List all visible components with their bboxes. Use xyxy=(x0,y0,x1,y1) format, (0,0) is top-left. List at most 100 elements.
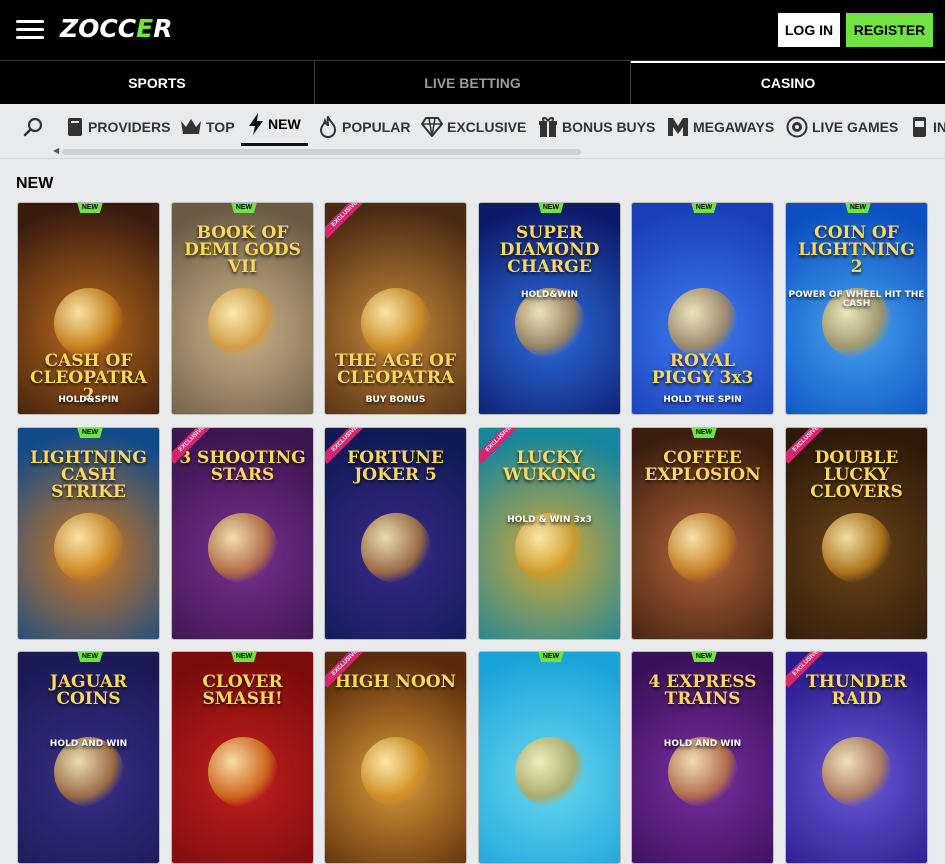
game-title: SUPER DIAMOND CHARGE xyxy=(499,223,600,277)
game-art-emblem xyxy=(822,513,892,583)
new-badge: NEW xyxy=(538,652,564,662)
game-art-emblem xyxy=(208,513,278,583)
slot-machine-icon xyxy=(913,117,926,137)
game-tile[interactable]: THUNDER RAID EXCLUSIVE xyxy=(785,651,928,864)
game-title: LIGHTNING CASH STRIKE xyxy=(30,448,147,502)
new-badge: NEW xyxy=(691,428,717,438)
game-art-emblem xyxy=(361,737,431,807)
new-badge: NEW xyxy=(691,203,717,213)
login-button[interactable]: LOG IN xyxy=(778,13,840,47)
game-title: CLOVER SMASH! xyxy=(202,672,283,709)
game-subtitle: HOLD & WIN 3x3 xyxy=(507,515,592,525)
game-title: BOOK OF DEMI GODS VII xyxy=(184,223,301,277)
game-tile[interactable]: COIN OF LIGHTNING 2 POWER OF WHEEL HIT TH… xyxy=(785,202,928,415)
category-providers[interactable]: PROVIDERS xyxy=(66,104,170,150)
game-subtitle: HOLD&WIN xyxy=(520,290,579,300)
game-title: COIN OF LIGHTNING 2 xyxy=(798,223,915,277)
game-tile[interactable]: 3 SHOOTING STARS EXCLUSIVE xyxy=(171,427,314,640)
new-badge: NEW xyxy=(231,652,257,662)
category-megaways[interactable]: MEGAWAYS xyxy=(667,104,774,150)
game-title: HIGH NOON xyxy=(334,672,457,692)
game-tile[interactable]: HIGH NOON EXCLUSIVE xyxy=(324,651,467,864)
flame-icon xyxy=(319,116,337,138)
register-button[interactable]: REGISTER xyxy=(846,13,933,47)
game-tile[interactable]: LUCKY WUKONG HOLD & WIN 3x3 EXCLUSIVE xyxy=(478,427,621,640)
megaways-icon xyxy=(668,118,688,136)
category-label: IN xyxy=(933,119,945,135)
game-tile[interactable]: BOOK OF DEMI GODS VII NEW xyxy=(171,202,314,415)
main-nav: SPORTS LIVE BETTING CASINO xyxy=(0,60,945,105)
category-top[interactable]: TOP xyxy=(180,104,235,150)
new-badge: NEW xyxy=(77,428,103,438)
game-art-emblem xyxy=(54,513,124,583)
category-label: PROVIDERS xyxy=(88,119,171,135)
category-live-games[interactable]: LIVE GAMES xyxy=(786,104,898,150)
category-label: MEGAWAYS xyxy=(693,119,775,135)
category-label: NEW xyxy=(268,115,301,132)
divider xyxy=(0,158,945,159)
category-label: TOP xyxy=(206,119,235,135)
game-subtitle: POWER OF WHEEL HIT THE CASH xyxy=(788,290,925,309)
game-tile[interactable]: LIGHTNING CASH STRIKE NEW xyxy=(17,427,160,640)
game-tile[interactable]: ROYAL PIGGY 3x3 HOLD THE SPIN NEW xyxy=(631,202,774,415)
category-label: EXCLUSIVE xyxy=(447,119,527,135)
game-tile[interactable]: DOUBLE LUCKY CLOVERS EXCLUSIVE xyxy=(785,427,928,640)
new-badge: NEW xyxy=(77,652,103,662)
new-badge: NEW xyxy=(231,203,257,213)
game-art-emblem xyxy=(668,288,738,358)
game-tile[interactable]: COFFEE EXPLOSION NEW xyxy=(631,427,774,640)
book-icon xyxy=(68,118,82,136)
game-title: 4 EXPRESS TRAINS xyxy=(648,672,757,709)
category-bonus-buys[interactable]: BONUS BUYS xyxy=(538,104,655,150)
game-title: THUNDER RAID xyxy=(806,672,907,709)
top-header: ZOCCER LOG IN REGISTER xyxy=(0,0,945,60)
menu-icon[interactable] xyxy=(16,20,44,40)
game-tile[interactable]: THE AGE OF CLEOPATRA BUY BONUS EXCLUSIVE xyxy=(324,202,467,415)
game-tile[interactable]: NEW xyxy=(478,651,621,864)
game-title: JAGUAR COINS xyxy=(49,672,128,709)
game-tile[interactable]: CLOVER SMASH! NEW xyxy=(171,651,314,864)
gift-icon xyxy=(539,117,557,137)
category-scrollbar[interactable] xyxy=(62,149,581,155)
game-title: FORTUNE JOKER 5 xyxy=(347,448,444,485)
category-in[interactable]: IN xyxy=(911,104,945,150)
game-tile[interactable]: CASH OF CLEOPATRA 2 HOLD&SPIN NEW xyxy=(17,202,160,415)
game-title: LUCKY WUKONG xyxy=(502,448,597,485)
tab-sports[interactable]: SPORTS xyxy=(0,61,314,105)
active-tab-indicator xyxy=(631,61,945,63)
category-bar: PROVIDERS TOP NEW POPULAR EXCLUSIVE BONU… xyxy=(0,104,945,150)
tab-casino[interactable]: CASINO xyxy=(631,61,945,105)
tab-live-betting[interactable]: LIVE BETTING xyxy=(315,61,630,105)
game-tile[interactable]: FORTUNE JOKER 5 EXCLUSIVE xyxy=(324,427,467,640)
new-badge: NEW xyxy=(691,652,717,662)
category-new[interactable]: NEW xyxy=(241,104,308,146)
search-icon xyxy=(23,117,43,137)
game-title: COFFEE EXPLOSION xyxy=(644,448,761,485)
game-tile[interactable]: JAGUAR COINS HOLD AND WIN NEW xyxy=(17,651,160,864)
category-label: LIVE GAMES xyxy=(812,119,899,135)
search-button[interactable] xyxy=(22,104,48,150)
diamond-icon xyxy=(421,117,443,137)
crown-icon xyxy=(181,119,201,134)
category-exclusive[interactable]: EXCLUSIVE xyxy=(421,104,526,150)
game-art-emblem xyxy=(208,737,278,807)
category-label: BONUS BUYS xyxy=(562,119,656,135)
game-title: 3 SHOOTING STARS xyxy=(179,448,306,485)
category-label: POPULAR xyxy=(342,119,411,135)
game-title: ROYAL PIGGY 3x3 xyxy=(651,351,754,388)
game-art-emblem xyxy=(54,288,124,358)
game-title: THE AGE OF CLEOPATRA xyxy=(334,351,457,388)
game-art-emblem xyxy=(361,513,431,583)
live-games-icon xyxy=(786,116,808,138)
scroll-left-arrow[interactable]: ◀ xyxy=(53,146,59,155)
section-title: NEW xyxy=(16,175,54,192)
game-art-emblem xyxy=(361,288,431,358)
logo[interactable]: ZOCCER xyxy=(60,14,172,43)
lightning-icon xyxy=(249,112,263,135)
game-subtitle: HOLD THE SPIN xyxy=(663,395,742,405)
game-title: DOUBLE LUCKY CLOVERS xyxy=(810,448,903,502)
game-tile[interactable]: 4 EXPRESS TRAINS HOLD AND WIN NEW xyxy=(631,651,774,864)
category-popular[interactable]: POPULAR xyxy=(318,104,410,150)
game-tile[interactable]: SUPER DIAMOND CHARGE HOLD&WIN NEW xyxy=(478,202,621,415)
game-art-emblem xyxy=(208,288,278,358)
